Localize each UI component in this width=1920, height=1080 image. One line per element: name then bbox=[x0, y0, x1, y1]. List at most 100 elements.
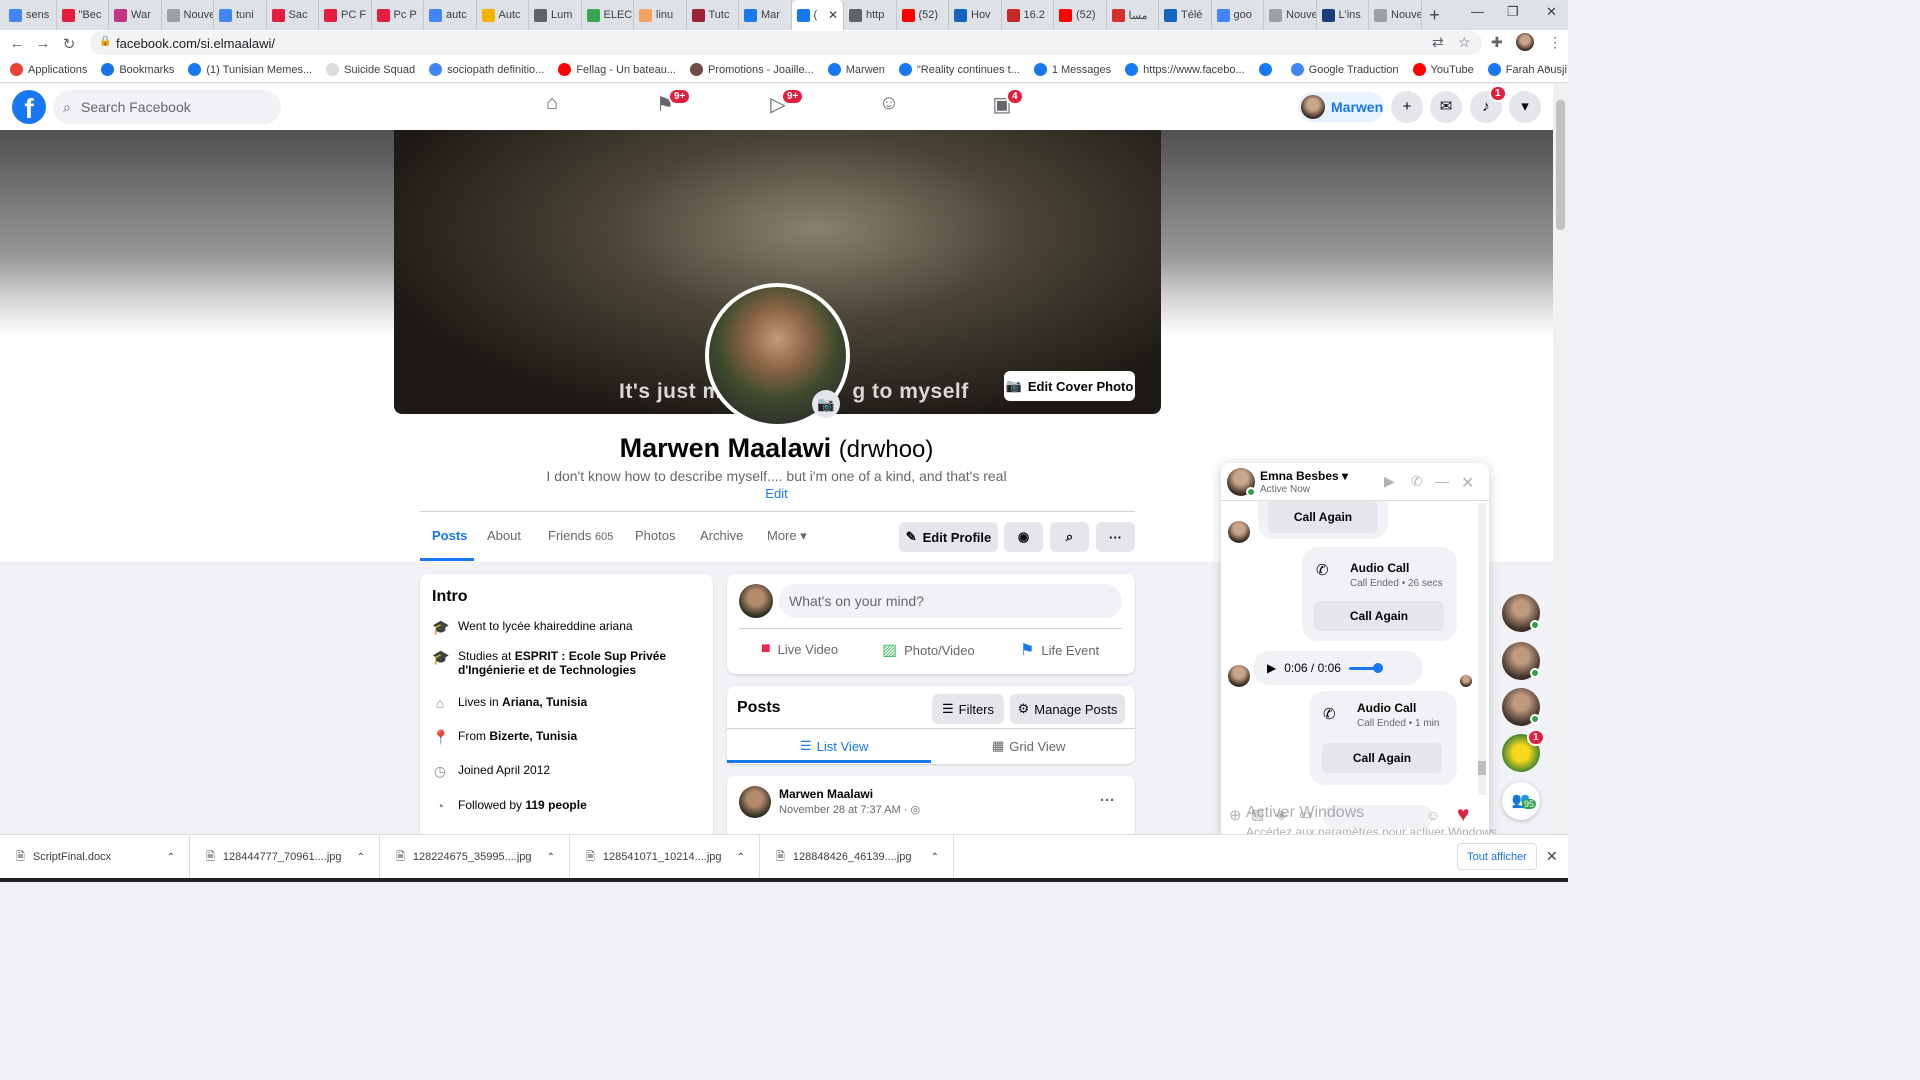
bookmark-item[interactable]: Applications bbox=[10, 63, 87, 76]
browser-tab[interactable]: War bbox=[109, 0, 162, 30]
close-chat-icon[interactable]: ✕ bbox=[1461, 473, 1474, 493]
browser-tab[interactable]: ELEC bbox=[582, 0, 634, 30]
post-author-name[interactable]: Marwen Maalawi bbox=[779, 787, 873, 801]
chat-scrollbar[interactable] bbox=[1478, 503, 1486, 795]
chevron-up-icon[interactable]: ⌃ bbox=[737, 852, 745, 863]
browser-tab[interactable]: autc bbox=[424, 0, 477, 30]
translate-icon[interactable]: ⇄ bbox=[1432, 34, 1444, 51]
chevron-up-icon[interactable]: ⌃ bbox=[931, 852, 939, 863]
back-icon[interactable]: ← bbox=[4, 35, 30, 52]
bookmark-item[interactable]: Farah Aousji bbox=[1487, 63, 1567, 76]
tab-friends[interactable]: Friends 605 bbox=[548, 528, 613, 543]
tab-archive[interactable]: Archive bbox=[700, 528, 743, 543]
browser-tab[interactable]: Sac bbox=[267, 0, 319, 30]
bookmark-item[interactable]: Google Traduction bbox=[1290, 63, 1399, 76]
browser-tab[interactable]: مسا bbox=[1107, 0, 1159, 30]
browser-tab[interactable]: Nouvel c bbox=[1264, 0, 1317, 30]
chevron-up-icon[interactable]: ⌃ bbox=[167, 852, 175, 863]
browser-tab[interactable]: (52) bbox=[1054, 0, 1107, 30]
browser-menu-icon[interactable]: ⋮ bbox=[1548, 34, 1562, 51]
chat-scroll-thumb[interactable] bbox=[1478, 761, 1486, 775]
life-event-button[interactable]: ⚑ Life Event bbox=[1020, 640, 1099, 660]
browser-tab[interactable]: Nouvel c bbox=[162, 0, 214, 30]
call-again-button-3[interactable]: Call Again bbox=[1322, 743, 1442, 773]
new-tab-button[interactable]: + bbox=[1422, 5, 1448, 26]
post-author-avatar[interactable] bbox=[739, 786, 771, 818]
show-all-downloads-button[interactable]: Tout afficher bbox=[1457, 843, 1537, 870]
live-video-button[interactable]: ■ Live Video bbox=[761, 640, 838, 658]
browser-profile-avatar[interactable] bbox=[1516, 33, 1534, 51]
bookmark-item[interactable]: Promotions - Joaille... bbox=[689, 63, 814, 76]
bookmark-item[interactable] bbox=[1258, 63, 1277, 76]
reload-icon[interactable]: ↻ bbox=[56, 35, 82, 53]
forward-icon[interactable]: → bbox=[30, 35, 56, 52]
browser-tab[interactable]: Nouvel c bbox=[1369, 0, 1422, 30]
search-profile-button[interactable]: ⌕ bbox=[1050, 522, 1089, 552]
phone-icon[interactable]: ✆ bbox=[1411, 473, 1423, 490]
minimize-window-icon[interactable]: — bbox=[1471, 4, 1484, 19]
whats-on-your-mind-input[interactable]: What's on your mind? bbox=[779, 584, 1122, 618]
tab-more[interactable]: More ▾ bbox=[767, 528, 807, 544]
post-options-icon[interactable]: ··· bbox=[1100, 792, 1115, 809]
address-bar[interactable]: 🔒 facebook.com/si.elmaalawi/ bbox=[90, 31, 1482, 55]
edit-profile-button[interactable]: ✎ Edit Profile bbox=[899, 522, 998, 552]
call-again-button-1[interactable]: Call Again bbox=[1268, 501, 1378, 533]
browser-tab[interactable]: (✕ bbox=[791, 0, 844, 30]
intro-from-place[interactable]: Bizerte, Tunisia bbox=[489, 729, 577, 743]
chat-header[interactable]: Emna Besbes ▾ Active Now ▶ ✆ — ✕ bbox=[1221, 463, 1489, 501]
tab-posts[interactable]: Posts bbox=[432, 528, 467, 543]
chat-contact-name[interactable]: Emna Besbes ▾ bbox=[1260, 469, 1348, 483]
download-item[interactable]: 🗎 128848426_46139....jpg ⌃ bbox=[760, 835, 954, 879]
download-item[interactable]: 🗎 128224675_35995....jpg ⌃ bbox=[380, 835, 570, 879]
heart-icon[interactable]: ♥ bbox=[1457, 803, 1469, 827]
chevron-up-icon[interactable]: ⌃ bbox=[357, 852, 365, 863]
browser-tab[interactable]: linu bbox=[634, 0, 687, 30]
intro-lives-place[interactable]: Ariana, Tunisia bbox=[502, 695, 587, 709]
nav-groups-icon[interactable]: ☺ bbox=[869, 92, 909, 122]
bookmark-item[interactable]: YouTube bbox=[1412, 63, 1474, 76]
browser-tab[interactable]: "Bec bbox=[57, 0, 109, 30]
download-item[interactable]: 🗎 128541071_10214....jpg ⌃ bbox=[570, 835, 760, 879]
browser-tab[interactable]: L'ins bbox=[1317, 0, 1369, 30]
browser-tab[interactable]: PC F bbox=[319, 0, 372, 30]
list-view-tab[interactable]: ☰ List View bbox=[800, 738, 868, 754]
facebook-logo-icon[interactable]: f bbox=[12, 90, 46, 124]
minimize-chat-icon[interactable]: — bbox=[1435, 473, 1449, 489]
close-window-icon[interactable]: ✕ bbox=[1546, 4, 1557, 20]
browser-tab[interactable]: 16.2 bbox=[1002, 0, 1054, 30]
grid-view-tab[interactable]: ▦ Grid View bbox=[992, 738, 1065, 754]
browser-tab[interactable]: Télé bbox=[1159, 0, 1212, 30]
call-again-button-2[interactable]: Call Again bbox=[1314, 601, 1444, 631]
add-plus-icon[interactable]: ⊕ bbox=[1229, 806, 1242, 824]
browser-tab[interactable]: Mar bbox=[739, 0, 792, 30]
download-item[interactable]: 🗎 128444777_70961....jpg ⌃ bbox=[190, 835, 380, 879]
bookmark-item[interactable]: sociopath definitio... bbox=[429, 63, 544, 76]
emoji-icon[interactable]: ☺ bbox=[1426, 807, 1440, 823]
browser-tab[interactable]: tuni bbox=[214, 0, 267, 30]
play-icon[interactable]: ▶ bbox=[1267, 661, 1276, 675]
intro-followed-count[interactable]: 119 people bbox=[525, 798, 586, 812]
messenger-icon[interactable]: ✉ bbox=[1430, 91, 1462, 123]
account-menu-chevron-icon[interactable]: ▾ bbox=[1509, 91, 1541, 123]
bookmark-star-icon[interactable]: ☆ bbox=[1458, 34, 1471, 51]
browser-tab[interactable]: Tutc bbox=[687, 0, 739, 30]
view-as-button[interactable]: ◉ bbox=[1004, 522, 1043, 552]
restore-window-icon[interactable]: ❐ bbox=[1507, 4, 1519, 20]
close-tab-icon[interactable]: ✕ bbox=[828, 8, 838, 22]
tab-about[interactable]: About bbox=[487, 528, 521, 543]
bookmark-item[interactable]: Marwen bbox=[827, 63, 885, 76]
edit-cover-photo-button[interactable]: 📷 Edit Cover Photo bbox=[1004, 371, 1135, 401]
video-call-icon[interactable]: ▶ bbox=[1384, 473, 1395, 490]
chevron-up-icon[interactable]: ⌃ bbox=[547, 852, 555, 863]
page-scroll-thumb[interactable] bbox=[1556, 100, 1565, 230]
nav-home-icon[interactable]: ⌂ bbox=[532, 92, 572, 122]
audio-scrubber[interactable] bbox=[1372, 663, 1383, 673]
audio-progress[interactable] bbox=[1348, 666, 1375, 670]
more-bookmarks-icon[interactable]: » bbox=[1544, 62, 1550, 74]
extensions-icon[interactable]: ✚ bbox=[1491, 34, 1503, 51]
browser-tab[interactable]: goo bbox=[1212, 0, 1264, 30]
bookmark-item[interactable]: Suicide Squad bbox=[326, 63, 415, 76]
tab-photos[interactable]: Photos bbox=[635, 528, 675, 543]
browser-tab[interactable]: (52) bbox=[897, 0, 949, 30]
browser-tab[interactable]: Pc P bbox=[372, 0, 424, 30]
